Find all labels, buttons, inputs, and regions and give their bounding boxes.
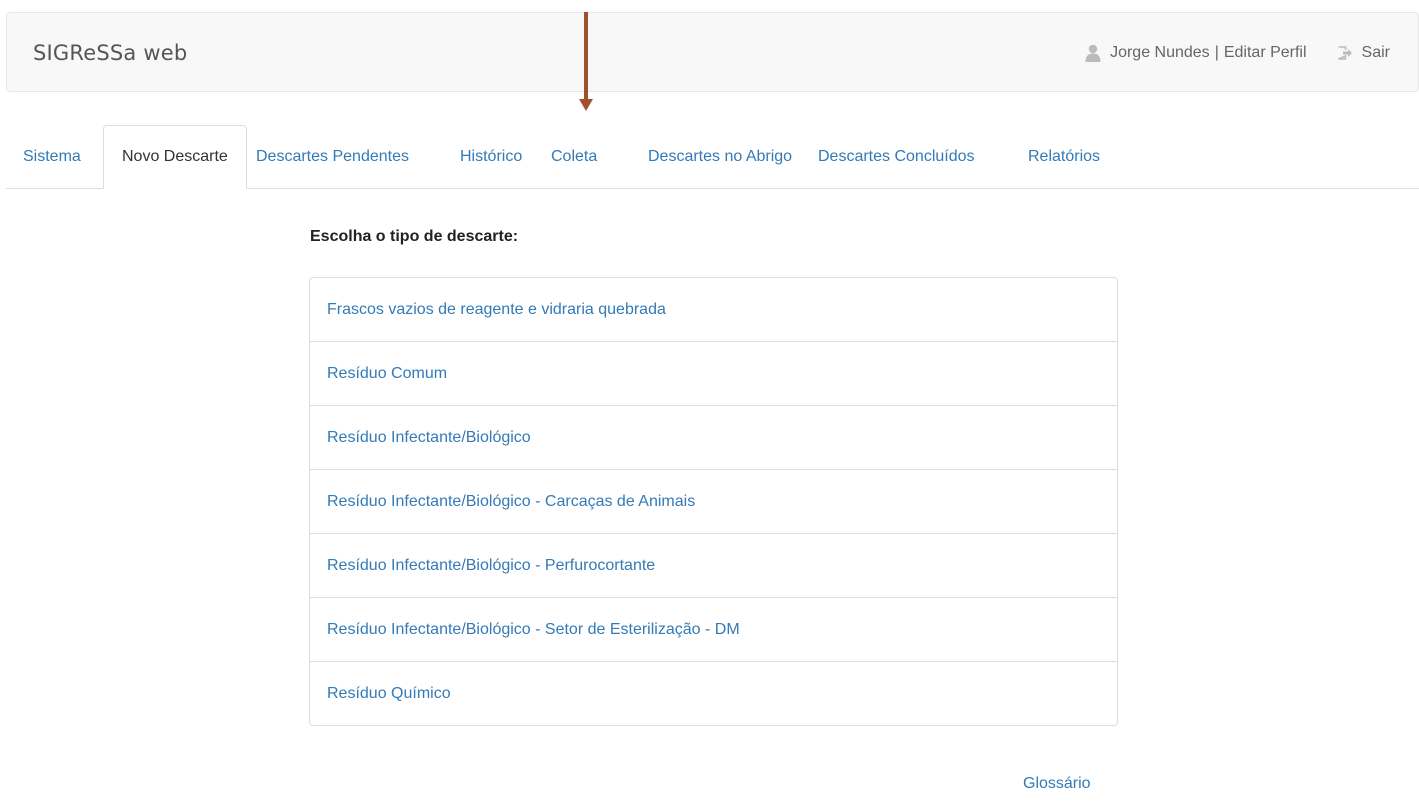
tab-descartes-pendentes[interactable]: Descartes Pendentes xyxy=(256,125,409,189)
disposal-type-list: Frascos vazios de reagente e vidraria qu… xyxy=(309,277,1118,726)
tab-sistema[interactable]: Sistema xyxy=(23,125,81,189)
down-arrow-annotation xyxy=(578,12,594,112)
list-item[interactable]: Resíduo Infectante/Biológico xyxy=(310,405,1117,469)
brand-logo[interactable]: SIGReSSa web xyxy=(33,40,187,66)
list-item[interactable]: Resíduo Químico xyxy=(310,661,1117,725)
tab-descartes-concluidos[interactable]: Descartes Concluídos xyxy=(818,125,975,189)
navbar-user-area: Jorge Nundes | Editar Perfil Sair xyxy=(1085,43,1390,63)
tab-coleta[interactable]: Coleta xyxy=(551,125,597,189)
list-item[interactable]: Frascos vazios de reagente e vidraria qu… xyxy=(310,278,1117,341)
page-heading: Escolha o tipo de descarte: xyxy=(310,228,519,245)
list-item[interactable]: Resíduo Comum xyxy=(310,341,1117,405)
user-profile-link[interactable]: Jorge Nundes | Editar Perfil xyxy=(1085,43,1307,63)
list-item[interactable]: Resíduo Infectante/Biológico - Setor de … xyxy=(310,597,1117,661)
edit-profile-link[interactable]: Editar Perfil xyxy=(1224,43,1307,63)
main-tabs: Sistema Novo Descarte Descartes Pendente… xyxy=(6,125,1419,189)
user-icon xyxy=(1085,44,1101,62)
logout-icon xyxy=(1337,45,1353,61)
logout-button[interactable]: Sair xyxy=(1337,43,1390,63)
tab-descartes-no-abrigo[interactable]: Descartes no Abrigo xyxy=(648,125,792,189)
separator: | xyxy=(1214,44,1219,61)
logout-label: Sair xyxy=(1361,44,1390,61)
user-name: Jorge Nundes xyxy=(1110,44,1210,61)
tab-relatorios[interactable]: Relatórios xyxy=(1028,125,1100,189)
glossary-link[interactable]: Glossário xyxy=(1023,774,1091,794)
list-item[interactable]: Resíduo Infectante/Biológico - Perfuroco… xyxy=(310,533,1117,597)
list-item[interactable]: Resíduo Infectante/Biológico - Carcaças … xyxy=(310,469,1117,533)
tab-historico[interactable]: Histórico xyxy=(460,125,522,189)
top-navbar: SIGReSSa web Jorge Nundes | Editar Perfi… xyxy=(6,12,1419,92)
tab-novo-descarte[interactable]: Novo Descarte xyxy=(103,125,247,189)
